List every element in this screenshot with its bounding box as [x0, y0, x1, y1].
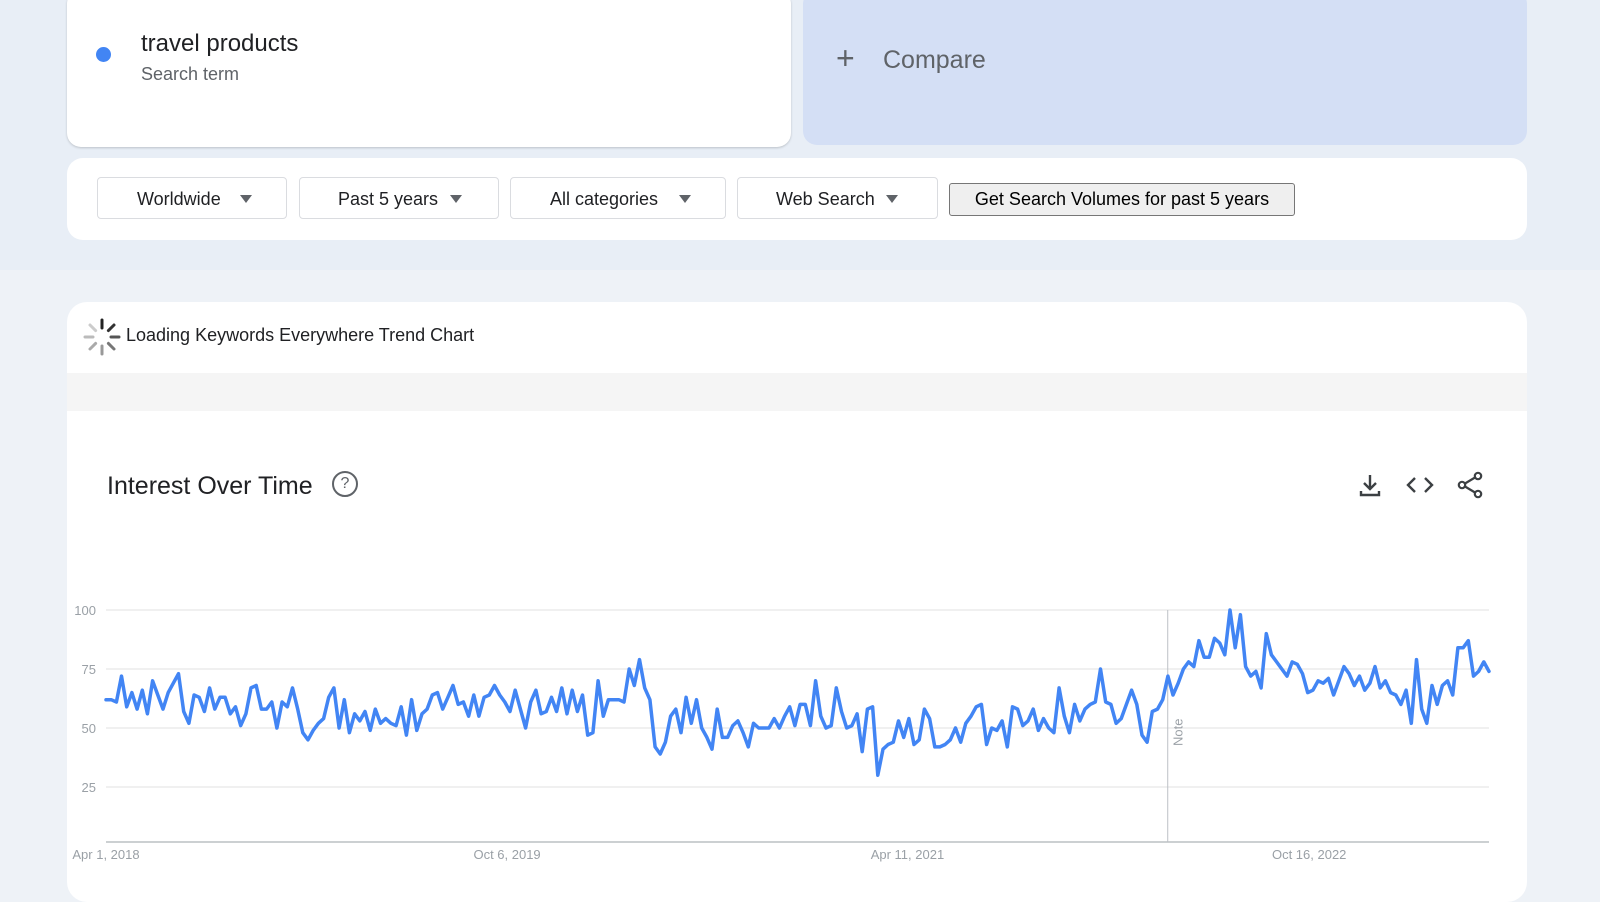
search-term-type: Search term — [141, 64, 240, 84]
dropdown-arrow-icon — [679, 195, 691, 203]
y-tick-label: 75 — [82, 662, 96, 677]
embed-code-icon[interactable] — [1405, 470, 1435, 500]
filter-bar: Worldwide Past 5 years All categories We… — [67, 158, 1527, 240]
y-tick-label: 25 — [82, 780, 96, 795]
compare-label: Compare — [883, 46, 986, 74]
x-tick-label: Apr 1, 2018 — [72, 847, 139, 862]
loading-message: Loading Keywords Everywhere Trend Chart — [126, 325, 475, 345]
y-tick-label: 50 — [82, 721, 96, 736]
search-term-card[interactable]: travel products Search term — [67, 0, 791, 147]
x-tick-label: Apr 11, 2021 — [871, 847, 944, 862]
region-dropdown[interactable]: Worldwide — [97, 177, 287, 219]
dropdown-arrow-icon — [240, 195, 252, 203]
x-tick-label: Oct 6, 2019 — [473, 847, 540, 862]
dropdown-arrow-icon — [450, 195, 462, 203]
interest-over-time-card: Loading Keywords Everywhere Trend Chart … — [67, 302, 1527, 902]
compare-card[interactable]: + Compare — [803, 0, 1527, 145]
time-range-dropdown[interactable]: Past 5 years — [299, 177, 499, 219]
category-dropdown[interactable]: All categories — [510, 177, 726, 219]
property-dropdown[interactable]: Web Search — [737, 177, 938, 219]
series-color-dot — [96, 47, 111, 62]
dropdown-arrow-icon — [886, 195, 898, 203]
search-term-name[interactable]: travel products — [141, 30, 298, 58]
y-tick-label: 100 — [74, 603, 96, 618]
x-tick-label: Oct 16, 2022 — [1272, 847, 1346, 862]
region-label: Worldwide — [137, 189, 221, 209]
note-annotation: Note — [1171, 719, 1186, 746]
help-icon[interactable]: ? — [332, 471, 358, 497]
trend-line-chart: 25 50 75 100 Note Apr 1, 2018 Oct 6, 2019 Apr 1… — [72, 603, 1491, 862]
share-icon[interactable] — [1455, 470, 1485, 500]
property-label: Web Search — [776, 189, 875, 209]
category-label: All categories — [550, 189, 659, 209]
loading-spinner-icon — [83, 318, 121, 356]
plus-icon: + — [836, 40, 855, 76]
series-line — [104, 608, 1491, 777]
chart-title: Interest Over Time — [107, 472, 313, 500]
get-search-volumes-button[interactable]: Get Search Volumes for past 5 years — [949, 183, 1295, 216]
time-range-label: Past 5 years — [338, 189, 439, 209]
placeholder-strip — [67, 373, 1527, 411]
download-icon[interactable] — [1355, 470, 1385, 500]
